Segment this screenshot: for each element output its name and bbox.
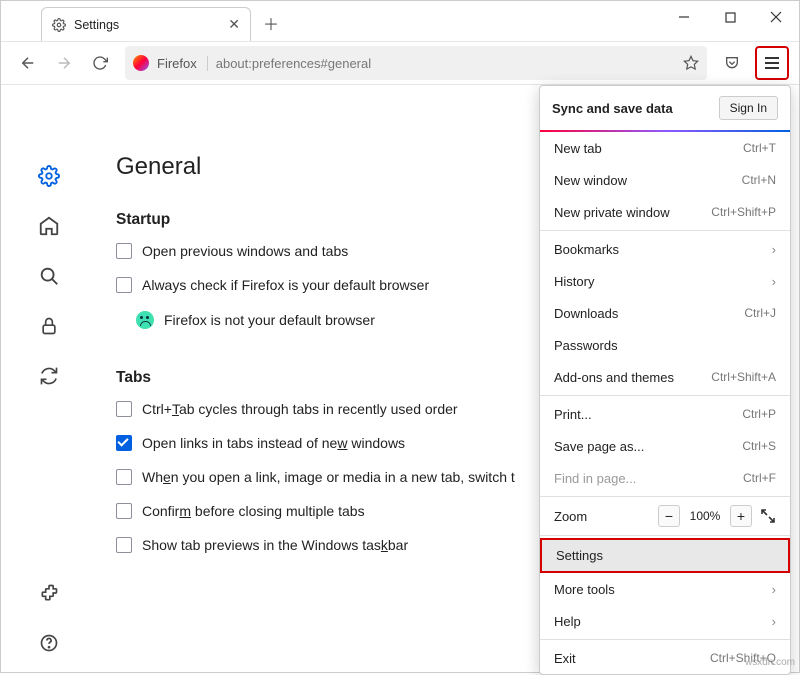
browser-tab[interactable]: Settings ✕ — [41, 7, 251, 41]
checkbox[interactable] — [116, 469, 132, 485]
sidebar-general-icon[interactable] — [38, 165, 60, 187]
opt-label: Confirm before closing multiple tabs — [142, 503, 365, 519]
fullscreen-icon[interactable] — [760, 508, 776, 524]
close-tab-icon[interactable]: ✕ — [228, 16, 240, 33]
sidebar-help-icon[interactable] — [38, 632, 60, 654]
checkbox[interactable] — [116, 401, 132, 417]
menu-downloads[interactable]: DownloadsCtrl+J — [540, 297, 790, 329]
menu-separator — [540, 535, 790, 536]
menu-separator — [540, 496, 790, 497]
forward-button[interactable] — [47, 46, 81, 80]
opt-label: Open previous windows and tabs — [142, 243, 348, 259]
sidebar-extensions-icon[interactable] — [38, 582, 60, 604]
zoom-in-button[interactable]: + — [730, 505, 752, 527]
menu-sync-row[interactable]: Sync and save data Sign In — [540, 86, 790, 132]
sign-in-button[interactable]: Sign In — [719, 96, 778, 120]
menu-new-private[interactable]: New private windowCtrl+Shift+P — [540, 196, 790, 228]
menu-history[interactable]: History› — [540, 265, 790, 297]
sad-face-icon — [136, 311, 154, 329]
menu-passwords[interactable]: Passwords — [540, 329, 790, 361]
identity-label: Firefox — [157, 56, 208, 71]
close-window-button[interactable] — [753, 1, 799, 33]
sidebar-search-icon[interactable] — [38, 265, 60, 287]
menu-save[interactable]: Save page as...Ctrl+S — [540, 430, 790, 462]
window-controls — [661, 1, 799, 33]
settings-sidebar — [1, 85, 96, 674]
back-button[interactable] — [11, 46, 45, 80]
new-tab-button[interactable]: ＋ — [257, 9, 285, 37]
sidebar-sync-icon[interactable] — [38, 365, 60, 387]
opt-label: When you open a link, image or media in … — [142, 469, 515, 485]
firefox-icon — [133, 55, 149, 71]
chevron-right-icon: › — [772, 274, 776, 289]
opt-label: Open links in tabs instead of new window… — [142, 435, 405, 451]
menu-new-window[interactable]: New windowCtrl+N — [540, 164, 790, 196]
url-bar[interactable]: Firefox about:preferences#general — [125, 46, 707, 80]
pocket-button[interactable] — [715, 46, 749, 80]
checkbox[interactable] — [116, 277, 132, 293]
zoom-value: 100% — [688, 509, 722, 523]
chevron-right-icon: › — [772, 242, 776, 257]
gear-icon — [52, 18, 66, 32]
menu-help[interactable]: Help› — [540, 605, 790, 637]
minimize-button[interactable] — [661, 1, 707, 33]
zoom-out-button[interactable]: − — [658, 505, 680, 527]
chevron-right-icon: › — [772, 582, 776, 597]
menu-find[interactable]: Find in page...Ctrl+F — [540, 462, 790, 494]
checkbox[interactable] — [116, 537, 132, 553]
not-default-text: Firefox is not your default browser — [164, 312, 375, 328]
menu-separator — [540, 639, 790, 640]
menu-new-tab[interactable]: New tabCtrl+T — [540, 132, 790, 164]
sync-label: Sync and save data — [552, 101, 719, 116]
menu-addons[interactable]: Add-ons and themesCtrl+Shift+A — [540, 361, 790, 393]
maximize-button[interactable] — [707, 1, 753, 33]
menu-zoom: Zoom − 100% + — [540, 499, 790, 533]
toolbar: Firefox about:preferences#general — [1, 41, 799, 85]
app-menu-panel: Sync and save data Sign In New tabCtrl+T… — [539, 85, 791, 675]
menu-more-tools[interactable]: More tools› — [540, 573, 790, 605]
opt-label: Show tab previews in the Windows taskbar — [142, 537, 408, 553]
chevron-right-icon: › — [772, 614, 776, 629]
opt-label: Ctrl+Tab cycles through tabs in recently… — [142, 401, 458, 417]
menu-separator — [540, 395, 790, 396]
menu-bookmarks[interactable]: Bookmarks› — [540, 233, 790, 265]
reload-button[interactable] — [83, 46, 117, 80]
opt-label: Always check if Firefox is your default … — [142, 277, 429, 293]
address-text: about:preferences#general — [216, 56, 675, 71]
app-menu-button[interactable] — [755, 46, 789, 80]
sidebar-home-icon[interactable] — [38, 215, 60, 237]
watermark: wsxdn.com — [745, 657, 795, 668]
tab-title: Settings — [74, 18, 220, 32]
titlebar: Settings ✕ ＋ — [1, 1, 799, 41]
menu-print[interactable]: Print...Ctrl+P — [540, 398, 790, 430]
checkbox[interactable] — [116, 243, 132, 259]
checkbox-checked[interactable] — [116, 435, 132, 451]
menu-separator — [540, 230, 790, 231]
menu-settings[interactable]: Settings — [540, 538, 790, 573]
sidebar-privacy-icon[interactable] — [38, 315, 60, 337]
bookmark-star-icon[interactable] — [683, 55, 699, 71]
checkbox[interactable] — [116, 503, 132, 519]
